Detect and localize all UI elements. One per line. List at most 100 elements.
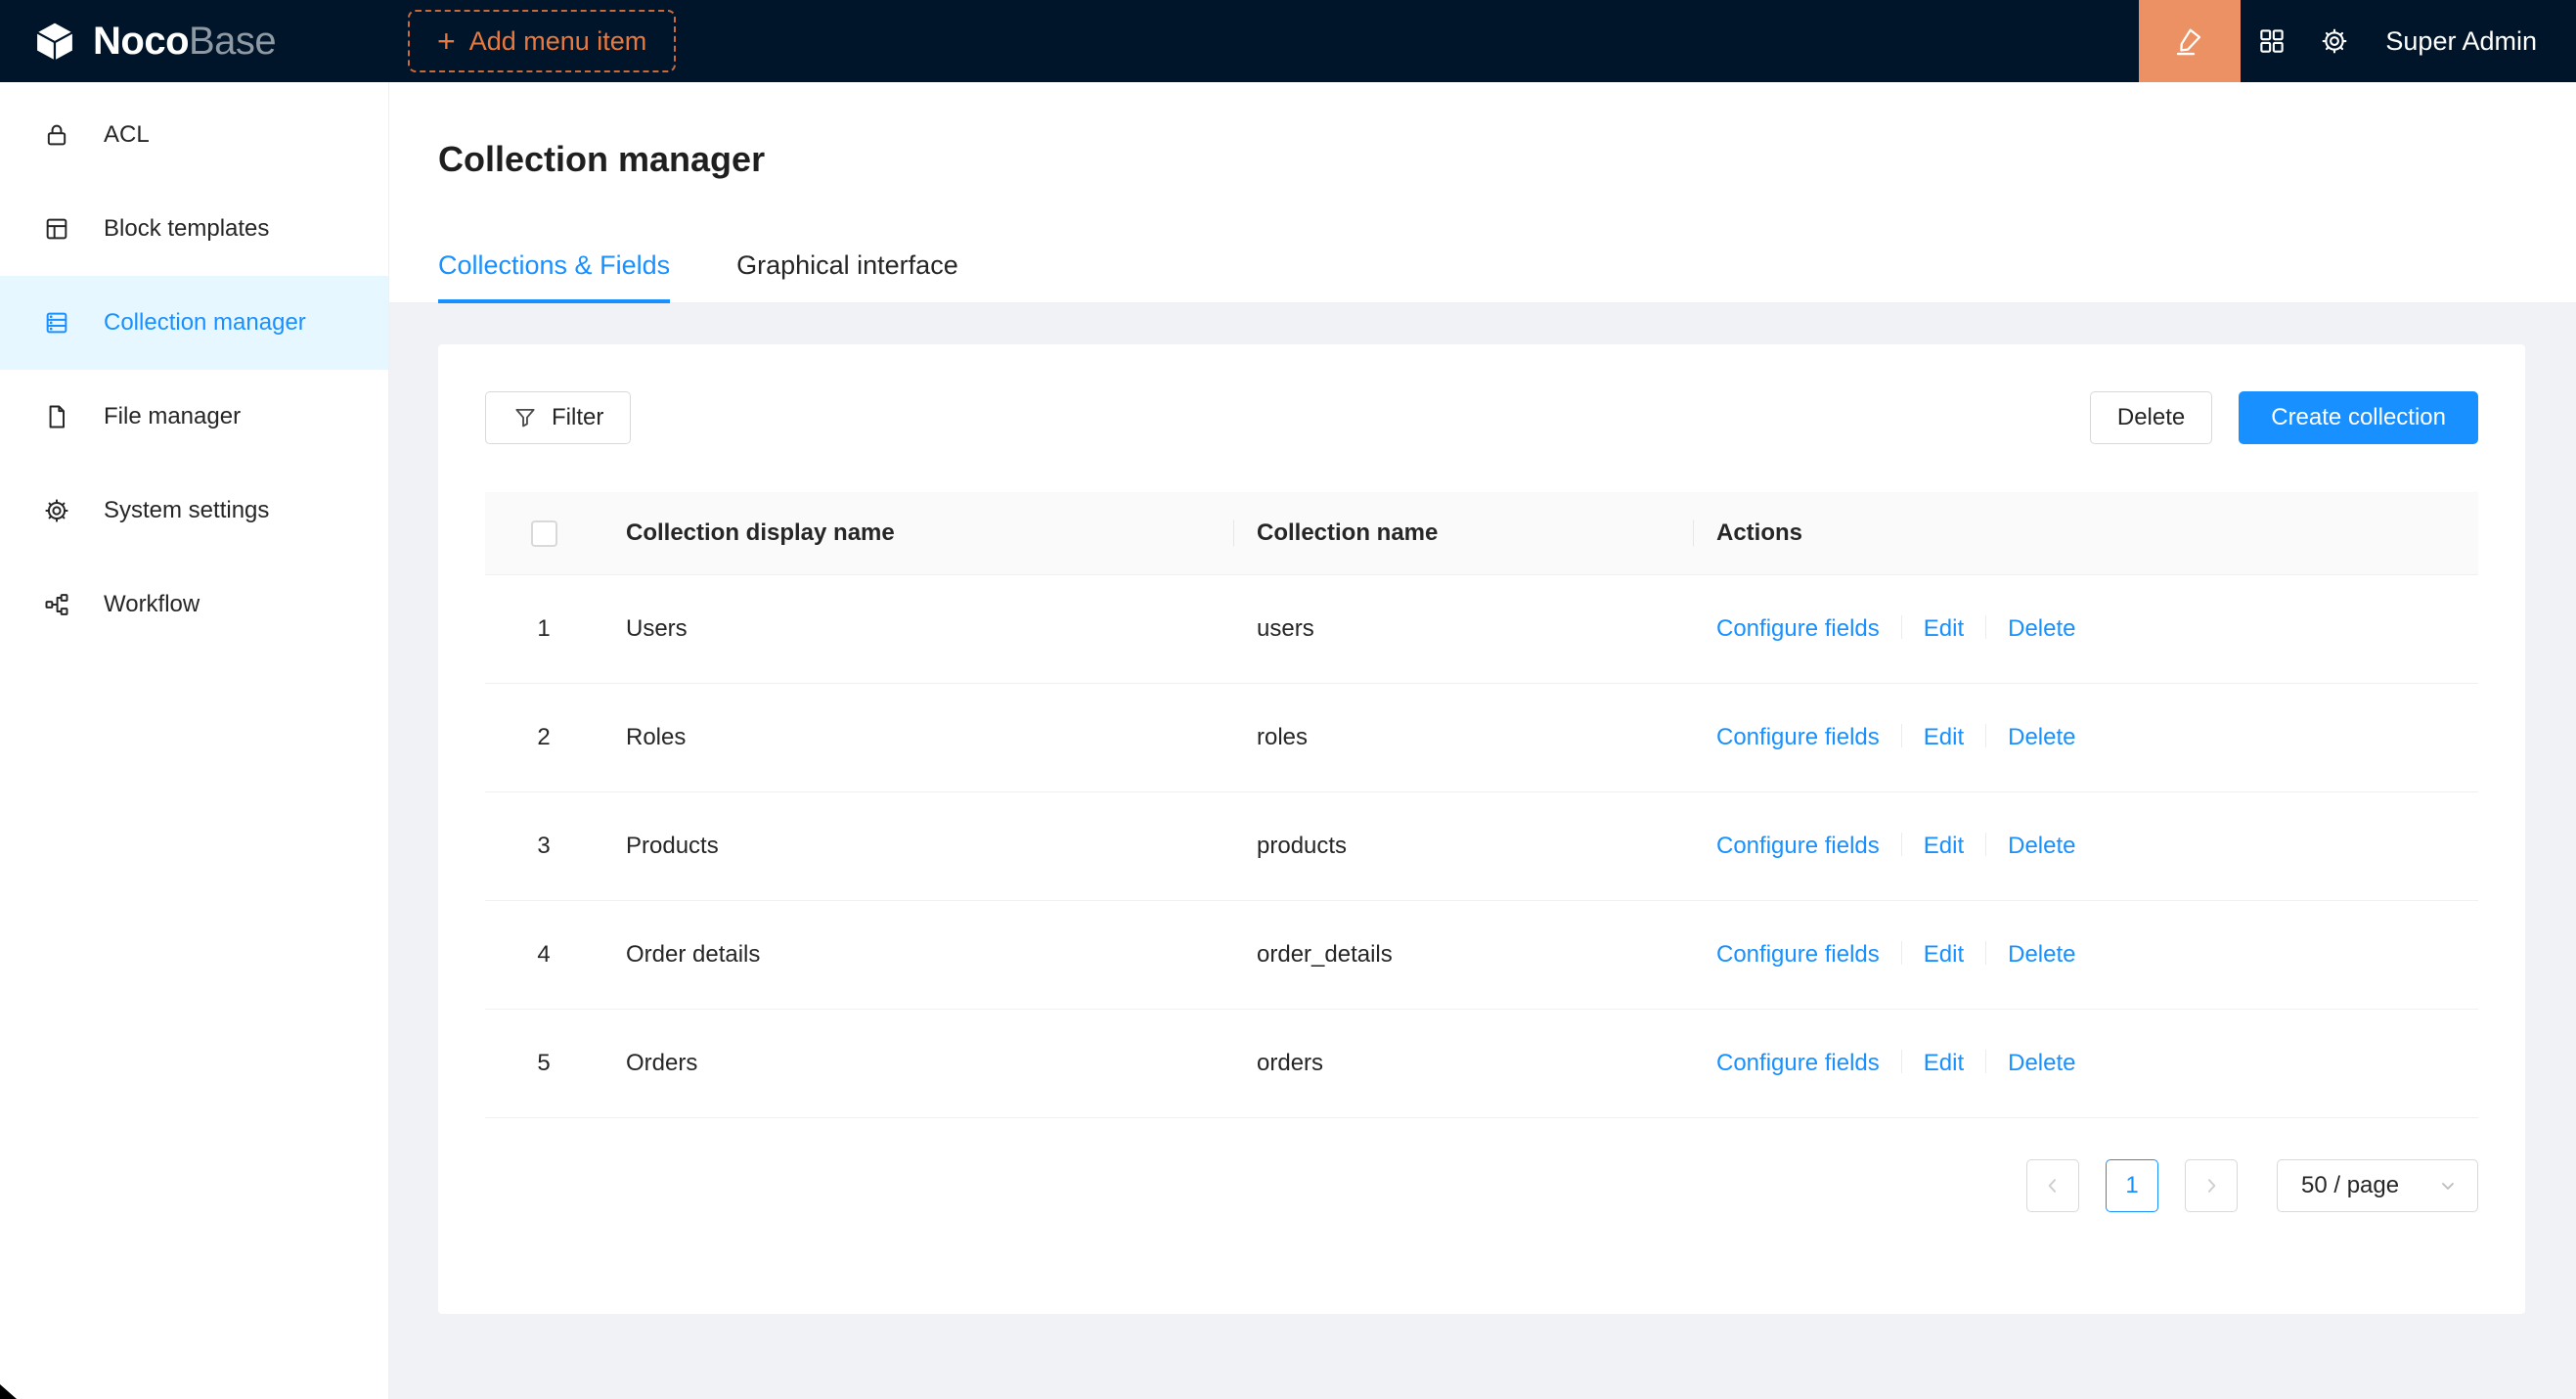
- sidebar-item-block-templates[interactable]: Block templates: [0, 182, 388, 276]
- tab-graphical-interface[interactable]: Graphical interface: [736, 250, 958, 302]
- delete-button[interactable]: Delete: [2090, 391, 2212, 444]
- divider: [1985, 724, 1986, 747]
- cell-display-name: Order details: [602, 900, 1233, 1009]
- plugins-button[interactable]: [2241, 0, 2303, 82]
- divider: [1985, 1050, 1986, 1073]
- column-header-name: Collection name: [1233, 492, 1693, 574]
- sidebar-item-label: Workflow: [104, 591, 200, 618]
- edit-link[interactable]: Edit: [1924, 1050, 1964, 1076]
- pagination-page-1[interactable]: 1: [2106, 1159, 2158, 1212]
- configure-fields-link[interactable]: Configure fields: [1716, 833, 1880, 859]
- card-toolbar: Filter Delete Create collection: [485, 391, 2478, 444]
- configure-fields-link[interactable]: Configure fields: [1716, 724, 1880, 750]
- brand-name: NocoBase: [93, 20, 276, 64]
- cell-actions: Configure fields Edit Delete: [1693, 791, 2478, 900]
- collections-table: Collection display name Collection name …: [485, 492, 2478, 1118]
- page-title: Collection manager: [389, 139, 2576, 180]
- edit-link[interactable]: Edit: [1924, 941, 1964, 968]
- table-row: 1 Users users Configure fieldsEditDelete: [485, 574, 2478, 683]
- layout-icon: [43, 215, 70, 243]
- divider: [1901, 1050, 1902, 1073]
- delete-label: Delete: [2117, 404, 2185, 431]
- brand-logo: NocoBase: [0, 18, 389, 65]
- delete-link[interactable]: Delete: [2008, 833, 2075, 859]
- toolbar-right: Delete Create collection: [2090, 391, 2478, 444]
- configure-fields-link[interactable]: Configure fields: [1716, 941, 1880, 968]
- filter-label: Filter: [552, 404, 603, 431]
- user-menu[interactable]: Super Admin: [2385, 26, 2537, 57]
- lock-icon: [43, 121, 70, 149]
- grid-icon: [2257, 26, 2287, 56]
- select-all-checkbox[interactable]: [531, 520, 557, 547]
- plus-icon: +: [437, 25, 456, 57]
- workflow-icon: [43, 591, 70, 618]
- sidebar-item-system-settings[interactable]: System settings: [0, 464, 388, 558]
- add-menu-item-label: Add menu item: [469, 26, 647, 57]
- row-index: 4: [485, 900, 602, 1009]
- configure-fields-link[interactable]: Configure fields: [1716, 1050, 1880, 1076]
- create-collection-button[interactable]: Create collection: [2239, 391, 2478, 444]
- cell-actions: Configure fields Edit Delete: [1693, 900, 2478, 1009]
- add-menu-item-button[interactable]: + Add menu item: [408, 10, 676, 72]
- edit-link[interactable]: Edit: [1924, 615, 1964, 642]
- gear-icon: [43, 497, 70, 524]
- cell-display-name: Users: [602, 574, 1233, 683]
- sidebar-item-label: Collection manager: [104, 309, 306, 337]
- row-index: 5: [485, 1009, 602, 1117]
- file-icon: [43, 403, 70, 430]
- divider: [1985, 833, 1986, 856]
- app-header: NocoBase + Add menu item: [0, 0, 2576, 82]
- sidebar-item-workflow[interactable]: Workflow: [0, 558, 388, 652]
- ui-editor-button[interactable]: [2139, 0, 2241, 82]
- table-row: 3 Products products Configure fieldsEdit…: [485, 791, 2478, 900]
- database-icon: [43, 309, 70, 337]
- table-header-row: Collection display name Collection name …: [485, 492, 2478, 574]
- column-header-display-name: Collection display name: [602, 492, 1233, 574]
- sidebar-item-acl[interactable]: ACL: [0, 88, 388, 182]
- layout: ACL Block templates Collection manager: [0, 82, 2576, 1399]
- sidebar-item-file-manager[interactable]: File manager: [0, 370, 388, 464]
- cell-collection-name: order_details: [1233, 900, 1693, 1009]
- row-index: 1: [485, 574, 602, 683]
- page-head: Collection manager Collections & Fields …: [389, 82, 2576, 303]
- chevron-down-icon: [2438, 1176, 2458, 1196]
- collections-card: Filter Delete Create collection: [438, 344, 2525, 1314]
- table-row: 2 Roles roles Configure fieldsEditDelete: [485, 683, 2478, 791]
- edit-link[interactable]: Edit: [1924, 833, 1964, 859]
- delete-link[interactable]: Delete: [2008, 724, 2075, 750]
- configure-fields-link[interactable]: Configure fields: [1716, 615, 1880, 642]
- app: NocoBase + Add menu item: [0, 0, 2576, 1399]
- delete-link[interactable]: Delete: [2008, 615, 2075, 642]
- pagination-next-button[interactable]: [2185, 1159, 2238, 1212]
- sidebar-item-collection-manager[interactable]: Collection manager: [0, 276, 388, 370]
- sidebar-item-label: ACL: [104, 121, 150, 149]
- delete-link[interactable]: Delete: [2008, 941, 2075, 968]
- table-row: 5 Orders orders Configure fieldsEditDele…: [485, 1009, 2478, 1117]
- divider: [1901, 724, 1902, 747]
- filter-button[interactable]: Filter: [485, 391, 631, 444]
- cell-display-name: Roles: [602, 683, 1233, 791]
- pagination-prev-button[interactable]: [2026, 1159, 2079, 1212]
- divider: [1901, 941, 1902, 965]
- page-size-value: 50 / page: [2301, 1172, 2399, 1199]
- divider: [1985, 615, 1986, 639]
- tab-collections-fields[interactable]: Collections & Fields: [438, 250, 670, 302]
- divider: [1985, 941, 1986, 965]
- divider: [1901, 615, 1902, 639]
- filter-icon: [512, 405, 538, 430]
- highlighter-icon: [2174, 25, 2205, 57]
- delete-link[interactable]: Delete: [2008, 1050, 2075, 1076]
- edit-link[interactable]: Edit: [1924, 724, 1964, 750]
- chevron-left-icon: [2043, 1176, 2063, 1196]
- sidebar-item-label: File manager: [104, 403, 241, 430]
- cursor-artifact: [0, 1384, 17, 1399]
- content-area: Filter Delete Create collection: [389, 303, 2576, 1399]
- page-size-select[interactable]: 50 / page: [2277, 1159, 2478, 1212]
- header-right-cluster: Super Admin: [2139, 0, 2576, 82]
- brand-name-light: Base: [189, 20, 276, 63]
- cell-collection-name: roles: [1233, 683, 1693, 791]
- column-header-actions: Actions: [1693, 492, 2478, 574]
- brand-name-bold: Noco: [93, 20, 189, 63]
- cell-actions: Configure fields Edit Delete: [1693, 574, 2478, 683]
- settings-button[interactable]: [2303, 0, 2366, 82]
